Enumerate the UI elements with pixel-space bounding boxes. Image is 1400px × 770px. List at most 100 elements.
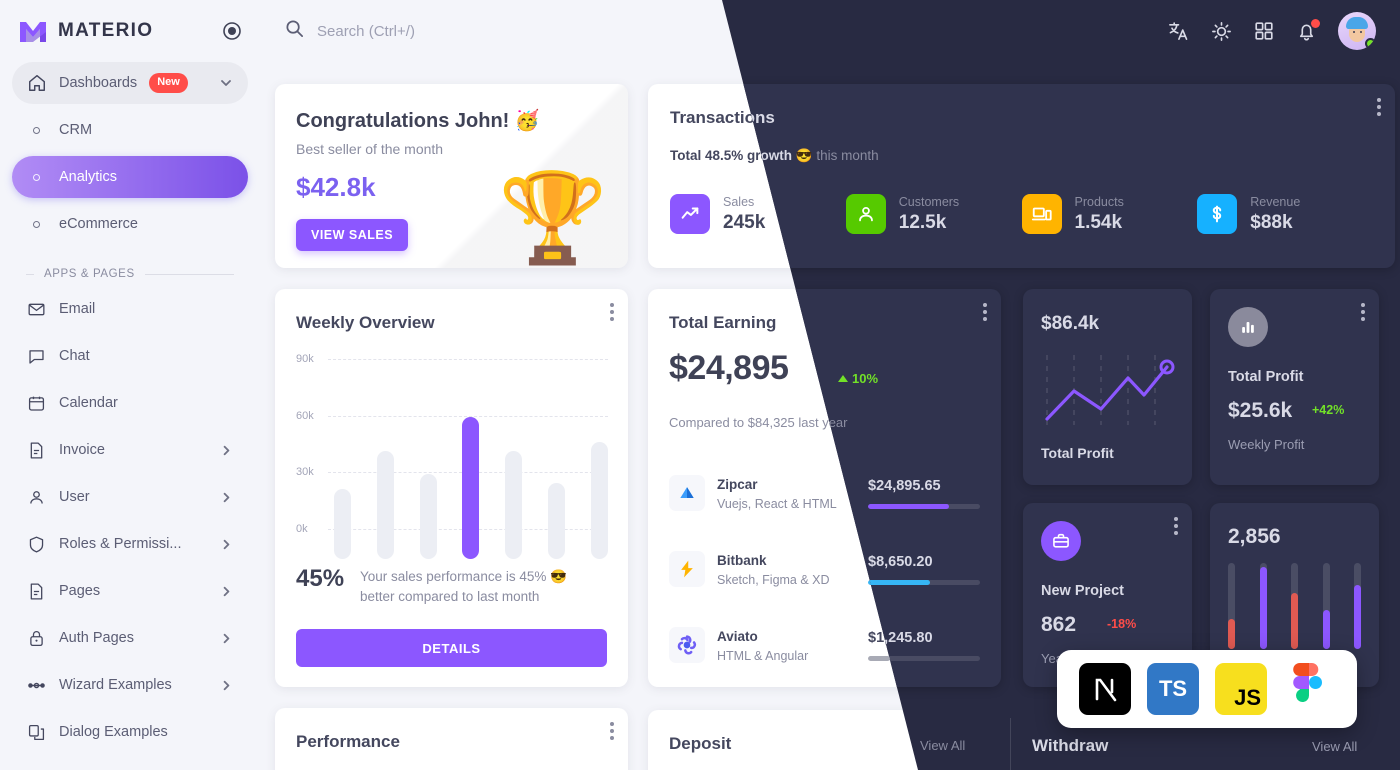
copy-icon bbox=[26, 722, 47, 743]
chevron-right-icon[interactable] bbox=[219, 584, 234, 599]
bar-sun bbox=[590, 441, 608, 559]
sidebar-item-label: Email bbox=[59, 301, 96, 317]
sidebar-item-wizard-examples[interactable]: Wizard Examples bbox=[12, 664, 248, 706]
app-root: MATERIO Dashboards New CRM Analytics eCo… bbox=[0, 0, 1400, 770]
avatar-eye bbox=[1353, 31, 1355, 33]
y-axis-tick: 60k bbox=[296, 409, 314, 422]
chevron-right-icon[interactable] bbox=[219, 678, 234, 693]
sidebar-item-label: eCommerce bbox=[59, 216, 138, 232]
earning-row-tech: Vuejs, React & HTML bbox=[717, 496, 837, 511]
sidebar-section-label: APPS & PAGES bbox=[44, 268, 135, 280]
total-profit-card: $86.4k Total Profit bbox=[1023, 289, 1192, 485]
total-profit-label: Total Profit bbox=[1041, 445, 1114, 461]
lock-icon bbox=[26, 628, 47, 649]
sidebar-item-dashboards[interactable]: Dashboards New bbox=[12, 62, 248, 104]
search-icon bbox=[284, 18, 305, 44]
brightness-icon[interactable] bbox=[1210, 20, 1233, 43]
weekly-overview-menu-button[interactable] bbox=[610, 303, 614, 321]
congratulations-card: Congratulations John! 🥳 Best seller of t… bbox=[275, 84, 628, 268]
count-bar-track bbox=[1259, 563, 1267, 649]
sidebar-item-chat[interactable]: Chat bbox=[12, 335, 248, 377]
envelope-icon bbox=[26, 299, 47, 320]
bar-tue bbox=[376, 451, 394, 559]
header-icons bbox=[1167, 12, 1376, 50]
transactions-emoji: 😎 bbox=[792, 148, 817, 163]
total-earning-compared: Compared to $84,325 last year bbox=[669, 415, 848, 430]
earning-row-value: $24,895.65 bbox=[868, 477, 941, 494]
dollar-icon bbox=[1197, 194, 1238, 234]
sidebar-item-invoice[interactable]: Invoice bbox=[12, 429, 248, 471]
chevron-right-icon[interactable] bbox=[219, 631, 234, 646]
sidebar-section-header: APPS & PAGES bbox=[12, 250, 248, 288]
y-axis-tick: 0k bbox=[296, 523, 308, 535]
divider bbox=[1010, 718, 1011, 770]
stat-value: 1.54k bbox=[1074, 211, 1123, 233]
bar-thu bbox=[462, 417, 480, 559]
sidebar-item-analytics[interactable]: Analytics bbox=[12, 156, 248, 198]
notification-badge-dot bbox=[1311, 18, 1320, 28]
sidebar-item-ecommerce[interactable]: eCommerce bbox=[12, 203, 248, 245]
sidebar-item-pages[interactable]: Pages bbox=[12, 570, 248, 612]
earning-row-progress bbox=[868, 579, 980, 585]
chevron-right-icon[interactable] bbox=[219, 443, 234, 458]
growth-value: 10% bbox=[852, 371, 879, 386]
withdraw-view-all-link[interactable]: View All bbox=[1312, 739, 1357, 754]
new-project-delta: -18% bbox=[1107, 617, 1137, 631]
sidebar-item-roles-permissions[interactable]: Roles & Permissi... bbox=[12, 523, 248, 565]
notifications-bell-icon[interactable] bbox=[1295, 18, 1320, 43]
sidebar-item-dialog-examples[interactable]: Dialog Examples bbox=[12, 711, 248, 753]
sidebar-item-auth-pages[interactable]: Auth Pages bbox=[12, 617, 248, 659]
aviato-logo-icon bbox=[669, 627, 705, 663]
congratulations-subtitle: Best seller of the month bbox=[296, 141, 444, 157]
sidebar-item-email[interactable]: Email bbox=[12, 288, 248, 330]
weekly-profit-value: $25.6k bbox=[1228, 399, 1293, 422]
count-bar-track bbox=[1228, 563, 1235, 649]
transactions-menu-button[interactable] bbox=[1377, 98, 1381, 116]
sidebar-item-label: Invoice bbox=[59, 442, 105, 458]
person-icon bbox=[26, 487, 47, 508]
sidebar-item-crm[interactable]: CRM bbox=[12, 109, 248, 151]
apps-grid-icon[interactable] bbox=[1253, 20, 1275, 42]
earning-row-name: Aviato bbox=[717, 628, 758, 644]
sidebar-item-calendar[interactable]: Calendar bbox=[12, 382, 248, 424]
view-sales-button[interactable]: VIEW SALES bbox=[296, 219, 409, 251]
trending-up-icon bbox=[670, 194, 710, 234]
typescript-logo-icon[interactable]: TS bbox=[1147, 663, 1199, 715]
search-input[interactable] bbox=[317, 22, 637, 40]
new-project-title: New Project bbox=[1041, 583, 1124, 599]
y-axis-tick: 30k bbox=[296, 466, 314, 479]
badge-new: New bbox=[149, 73, 188, 93]
earning-row-name: Zipcar bbox=[717, 476, 758, 492]
new-project-menu-button[interactable] bbox=[1174, 517, 1178, 535]
translate-icon[interactable] bbox=[1167, 20, 1190, 43]
sidebar-item-label: Analytics bbox=[59, 169, 118, 185]
deposit-view-all-link[interactable]: View All bbox=[920, 738, 965, 753]
earning-row-progress bbox=[868, 503, 980, 509]
circle-outline-icon bbox=[26, 120, 47, 141]
details-button[interactable]: DETAILS bbox=[296, 629, 607, 667]
person-icon bbox=[845, 194, 886, 234]
weekly-profit-menu-button[interactable] bbox=[1361, 303, 1365, 321]
document-icon bbox=[26, 440, 47, 461]
sidebar-item-label: Wizard Examples bbox=[59, 677, 172, 693]
nextjs-logo-icon[interactable] bbox=[1079, 663, 1131, 715]
total-profit-amount: $86.4k bbox=[1041, 313, 1100, 334]
weekly-overview-title: Weekly Overview bbox=[296, 313, 435, 332]
performance-menu-button[interactable] bbox=[610, 722, 614, 740]
sidebar-nav: Dashboards New CRM Analytics eCommerce A… bbox=[0, 62, 260, 753]
figma-logo-icon[interactable] bbox=[1283, 663, 1335, 715]
dots-connector-icon bbox=[26, 675, 47, 696]
total-earning-title: Total Earning bbox=[669, 313, 777, 332]
chevron-down-icon[interactable] bbox=[218, 75, 234, 91]
user-avatar[interactable] bbox=[1338, 12, 1376, 50]
javascript-logo-icon[interactable]: JS bbox=[1215, 663, 1267, 715]
sidebar-item-user[interactable]: User bbox=[12, 476, 248, 518]
pin-radio-icon[interactable] bbox=[222, 21, 242, 41]
transactions-period: this month bbox=[816, 148, 879, 163]
total-earning-menu-button[interactable] bbox=[983, 303, 987, 321]
chevron-right-icon[interactable] bbox=[219, 537, 234, 552]
gridline bbox=[328, 359, 608, 360]
stat-label: Revenue bbox=[1250, 194, 1301, 209]
chevron-right-icon[interactable] bbox=[219, 490, 234, 505]
stat-value: $88k bbox=[1250, 211, 1293, 233]
